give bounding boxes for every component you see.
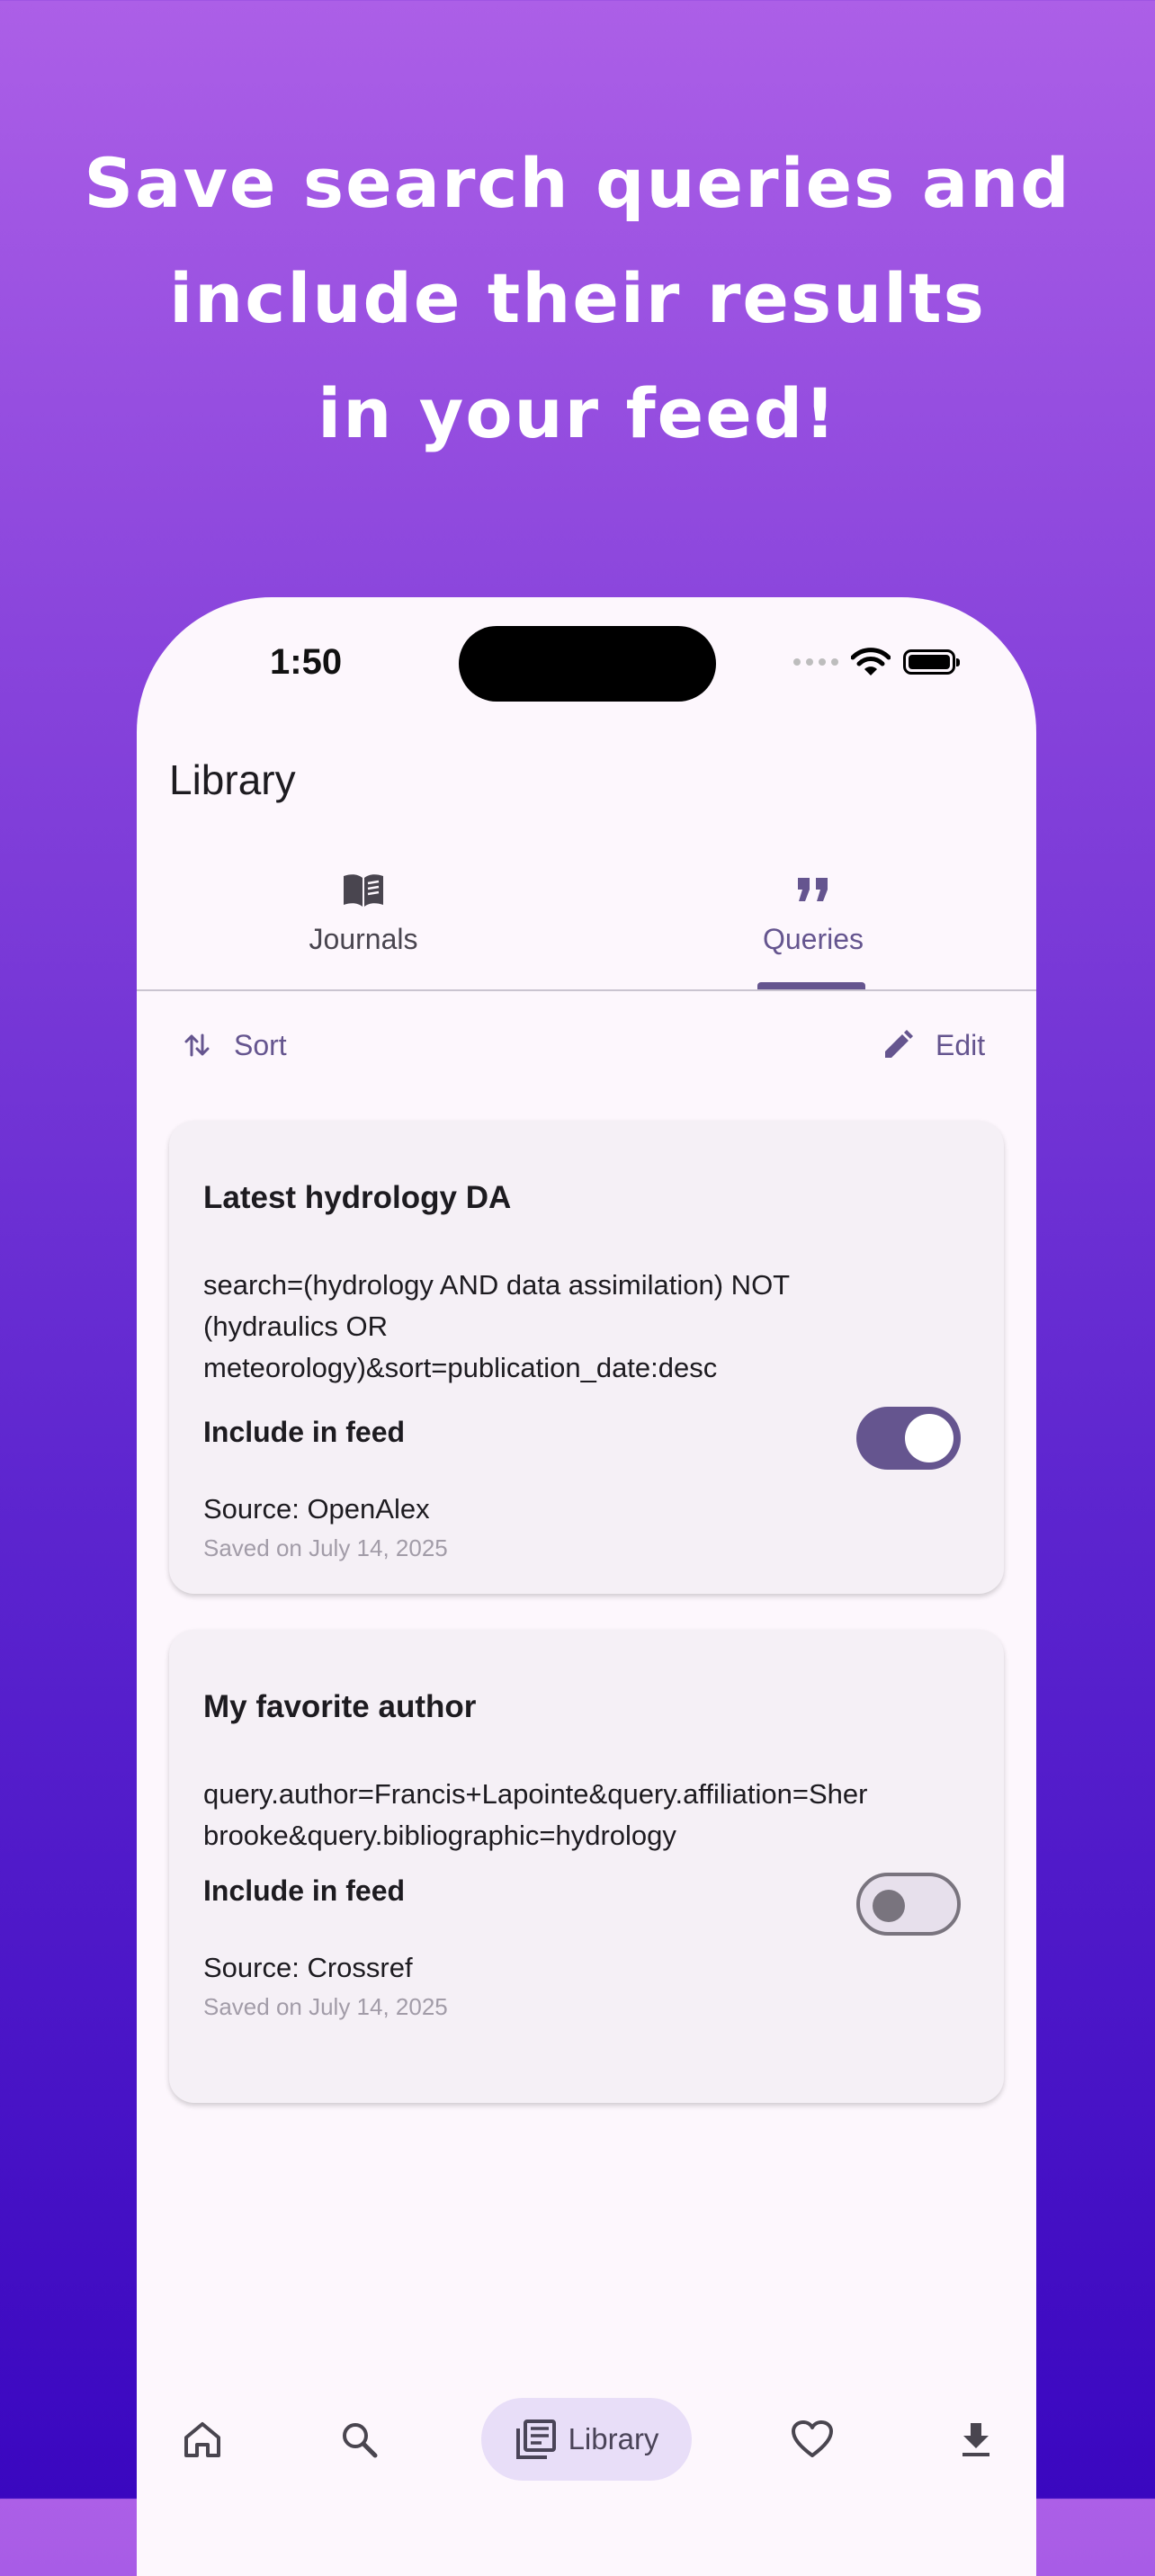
wifi-icon <box>851 648 891 675</box>
include-in-feed-toggle[interactable] <box>856 1407 961 1470</box>
query-source: Source: Crossref <box>203 1952 413 1983</box>
heart-icon <box>792 2420 833 2457</box>
library-icon <box>515 2419 556 2459</box>
tab-journals[interactable]: Journals <box>228 858 498 989</box>
query-line: query.author=Francis+Lapointe&query.affi… <box>203 1778 868 1810</box>
query-title: Latest hydrology DA <box>203 1180 512 1215</box>
query-card[interactable]: Latest hydrology DA search=(hydrology AN… <box>169 1121 1004 1594</box>
tab-label: Journals <box>309 923 418 955</box>
page-title: Library <box>169 756 296 803</box>
home-icon <box>184 2422 220 2457</box>
phone-frame: 1:50 Library Journals Queries Sort Edit … <box>137 597 1036 2576</box>
tab-bar: Journals Queries <box>137 858 1036 991</box>
promo-headline: Save search queries and include their re… <box>0 126 1155 471</box>
tab-label: Queries <box>762 923 864 955</box>
nav-library-label: Library <box>568 2422 659 2455</box>
dynamic-island <box>459 626 716 702</box>
query-source: Source: OpenAlex <box>203 1493 430 1525</box>
query-card[interactable]: My favorite author query.author=Francis+… <box>169 1630 1004 2103</box>
nav-search[interactable] <box>327 2398 390 2481</box>
nav-downloads[interactable] <box>945 2398 1007 2481</box>
include-in-feed-toggle[interactable] <box>856 1873 961 1936</box>
query-line: brooke&query.bibliographic=hydrology <box>203 1820 676 1851</box>
edit-label: Edit <box>936 1028 986 1061</box>
query-line: meteorology)&sort=publication_date:desc <box>203 1352 718 1383</box>
toggle-knob <box>873 1890 905 1922</box>
headline-line: Save search queries and <box>84 143 1071 223</box>
pencil-icon <box>885 1030 913 1058</box>
status-indicators <box>793 644 960 680</box>
bottom-navigation: Library <box>137 2378 1036 2504</box>
nav-favorites[interactable] <box>781 2398 844 2481</box>
tab-queries[interactable]: Queries <box>678 858 948 989</box>
query-line: search=(hydrology AND data assimilation)… <box>203 1269 791 1301</box>
tab-indicator <box>757 982 865 989</box>
toggle-knob <box>905 1414 954 1462</box>
headline-line: include their results <box>169 258 986 338</box>
headline-line: in your feed! <box>318 373 837 453</box>
query-saved-date: Saved on July 14, 2025 <box>203 1993 448 2020</box>
include-in-feed-label: Include in feed <box>203 1874 406 1907</box>
book-open-icon <box>344 874 383 907</box>
query-title: My favorite author <box>203 1689 477 1724</box>
quote-icon <box>798 878 828 901</box>
nav-library[interactable]: Library <box>481 2398 692 2481</box>
nav-home[interactable] <box>171 2398 234 2481</box>
edit-button[interactable]: Edit <box>882 1018 985 1072</box>
sort-button[interactable]: Sort <box>182 1018 287 1072</box>
sort-icon <box>184 1033 210 1057</box>
sort-label: Sort <box>234 1028 287 1061</box>
status-time: 1:50 <box>270 642 343 682</box>
download-icon <box>962 2423 989 2456</box>
query-saved-date: Saved on July 14, 2025 <box>203 1534 448 1561</box>
query-string: query.author=Francis+Lapointe&query.affi… <box>203 1774 970 1856</box>
battery-icon <box>903 649 960 675</box>
include-in-feed-label: Include in feed <box>203 1416 406 1448</box>
query-line: (hydraulics OR <box>203 1310 388 1342</box>
search-icon <box>343 2423 378 2458</box>
signal-icon <box>793 658 838 666</box>
query-string: search=(hydrology AND data assimilation)… <box>203 1265 970 1389</box>
